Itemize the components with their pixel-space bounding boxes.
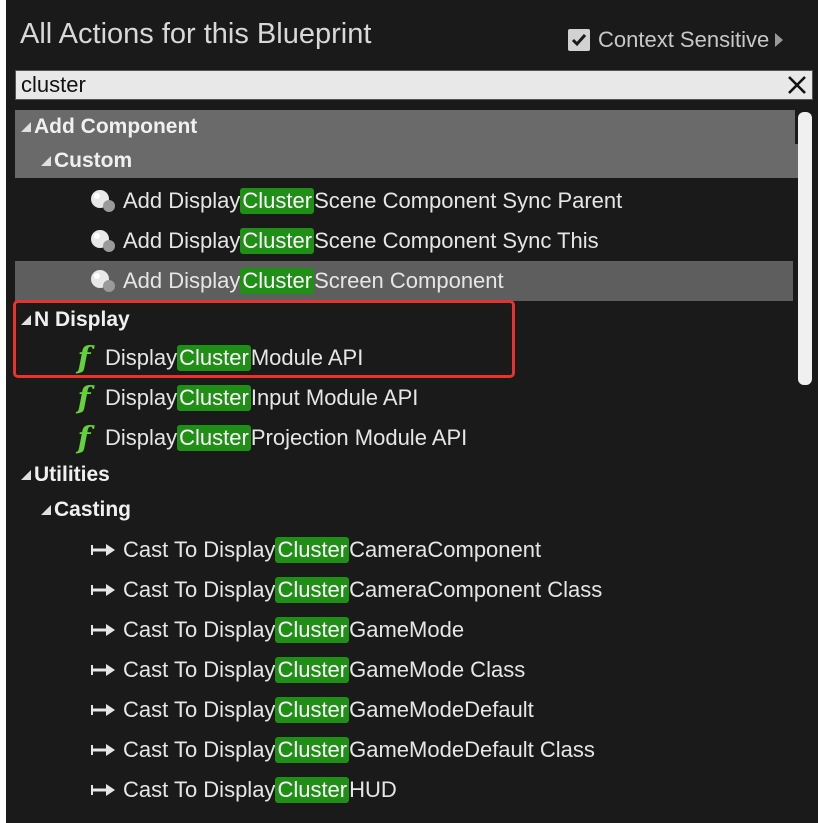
cast-arrow-icon xyxy=(89,742,117,758)
search-match-highlight: Cluster xyxy=(275,577,350,603)
search-match-highlight: Cluster xyxy=(177,385,251,411)
category-custom[interactable]: Custom xyxy=(15,144,811,178)
component-sphere-icon xyxy=(89,188,119,214)
action-label-suffix: Input Module API xyxy=(250,385,419,410)
checkbox-checked-icon[interactable] xyxy=(568,29,590,51)
action-label-suffix: Scene Component Sync This xyxy=(314,228,599,253)
action-item[interactable]: Cast To Display Cluster HUD xyxy=(15,770,818,810)
cast-arrow-icon xyxy=(89,782,117,798)
vertical-scrollbar[interactable] xyxy=(798,112,812,385)
search-match-highlight: Cluster xyxy=(275,617,350,643)
action-item[interactable]: Cast To Display Cluster GameModeDefault xyxy=(15,690,818,730)
context-sensitive-label: Context Sensitive xyxy=(598,27,770,52)
action-label-prefix: Display xyxy=(105,425,178,450)
cast-arrow-icon xyxy=(89,662,117,678)
panel-header: All Actions for this Blueprint Context S… xyxy=(6,0,818,66)
actions-tree[interactable]: Add Component Custom Add Display Cluster… xyxy=(15,106,811,823)
panel-title: All Actions for this Blueprint xyxy=(20,18,372,50)
action-item[interactable]: Cast To Display Cluster GameMode Class xyxy=(15,650,818,690)
expanded-triangle-icon[interactable] xyxy=(21,122,31,132)
action-item[interactable]: Cast To Display Cluster CameraComponent Cl… xyxy=(15,570,818,610)
action-label-suffix: Screen Component xyxy=(314,268,504,293)
context-sensitive-toggle[interactable]: Context Sensitive xyxy=(568,24,784,56)
action-item[interactable]: Cast To Display Cluster GameModeDefault Cl… xyxy=(15,730,818,770)
action-label-suffix: CameraComponent xyxy=(349,537,542,562)
search-match-highlight: Cluster xyxy=(177,425,251,451)
search-match-highlight: Cluster xyxy=(275,657,350,683)
component-sphere-icon xyxy=(89,228,119,254)
action-label-prefix: Cast To Display xyxy=(123,537,276,562)
action-label-prefix: Cast To Display xyxy=(123,737,276,762)
search-match-highlight: Cluster xyxy=(275,737,350,763)
action-item[interactable]: f Display Cluster Input Module API xyxy=(15,378,818,418)
expanded-triangle-icon[interactable] xyxy=(41,505,51,515)
category-label: Custom xyxy=(54,149,133,172)
action-label-suffix: GameMode xyxy=(349,617,465,642)
action-label-prefix: Cast To Display xyxy=(123,657,276,682)
cast-arrow-icon xyxy=(89,542,117,558)
search-match-highlight: Cluster xyxy=(240,268,315,294)
search-box[interactable] xyxy=(15,70,813,100)
action-label-suffix: Projection Module API xyxy=(250,425,468,450)
action-label-prefix: Add Display xyxy=(123,228,241,253)
category-label: Utilities xyxy=(34,463,110,486)
component-sphere-icon xyxy=(89,268,119,294)
action-label-prefix: Cast To Display xyxy=(123,617,276,642)
action-item[interactable]: Add Display Cluster Scene Component Sync… xyxy=(15,221,818,261)
function-icon: f xyxy=(77,380,91,416)
category-label: Casting xyxy=(54,498,132,521)
action-item-selected[interactable]: Add Display Cluster Screen Component xyxy=(15,261,793,301)
search-match-highlight: Cluster xyxy=(240,188,315,214)
search-match-highlight: Cluster xyxy=(275,537,350,563)
action-label-prefix: Cast To Display xyxy=(123,777,276,802)
action-label-suffix: GameMode Class xyxy=(349,657,526,682)
action-label-suffix: Scene Component Sync Parent xyxy=(314,188,623,213)
action-label-prefix: Add Display xyxy=(123,268,241,293)
action-label-prefix: Add Display xyxy=(123,188,241,213)
action-label-prefix: Cast To Display xyxy=(123,577,276,602)
action-item[interactable]: f Display Cluster Projection Module API xyxy=(15,418,818,458)
cast-arrow-icon xyxy=(89,702,117,718)
action-label-suffix: GameModeDefault Class xyxy=(349,737,595,762)
expanded-triangle-icon[interactable] xyxy=(41,156,51,166)
search-match-highlight: Cluster xyxy=(240,228,315,254)
search-input[interactable] xyxy=(19,71,781,99)
expand-arrow-icon[interactable] xyxy=(775,33,784,47)
action-item[interactable]: Cast To Display Cluster CameraComponent xyxy=(15,530,818,570)
annotation-highlight-box xyxy=(13,300,515,378)
action-label-prefix: Display xyxy=(105,385,178,410)
cast-arrow-icon xyxy=(89,622,117,638)
blueprint-actions-panel: All Actions for this Blueprint Context S… xyxy=(6,0,818,823)
expanded-triangle-icon[interactable] xyxy=(21,470,31,480)
category-casting[interactable]: Casting xyxy=(15,493,815,527)
action-item[interactable]: Add Display Cluster Scene Component Sync… xyxy=(15,181,818,221)
cast-arrow-icon xyxy=(89,582,117,598)
action-label-suffix: HUD xyxy=(349,777,397,802)
category-add-component[interactable]: Add Component xyxy=(15,110,795,144)
category-label: Add Component xyxy=(34,115,198,138)
search-match-highlight: Cluster xyxy=(275,697,350,723)
function-icon: f xyxy=(77,420,91,456)
search-match-highlight: Cluster xyxy=(275,777,350,803)
category-utilities[interactable]: Utilities xyxy=(15,458,795,492)
action-label-suffix: GameModeDefault xyxy=(349,697,534,722)
clear-search-icon[interactable] xyxy=(784,72,810,98)
action-item[interactable]: Cast To Display Cluster GameMode xyxy=(15,610,818,650)
action-label-suffix: CameraComponent Class xyxy=(349,577,603,602)
action-label-prefix: Cast To Display xyxy=(123,697,276,722)
